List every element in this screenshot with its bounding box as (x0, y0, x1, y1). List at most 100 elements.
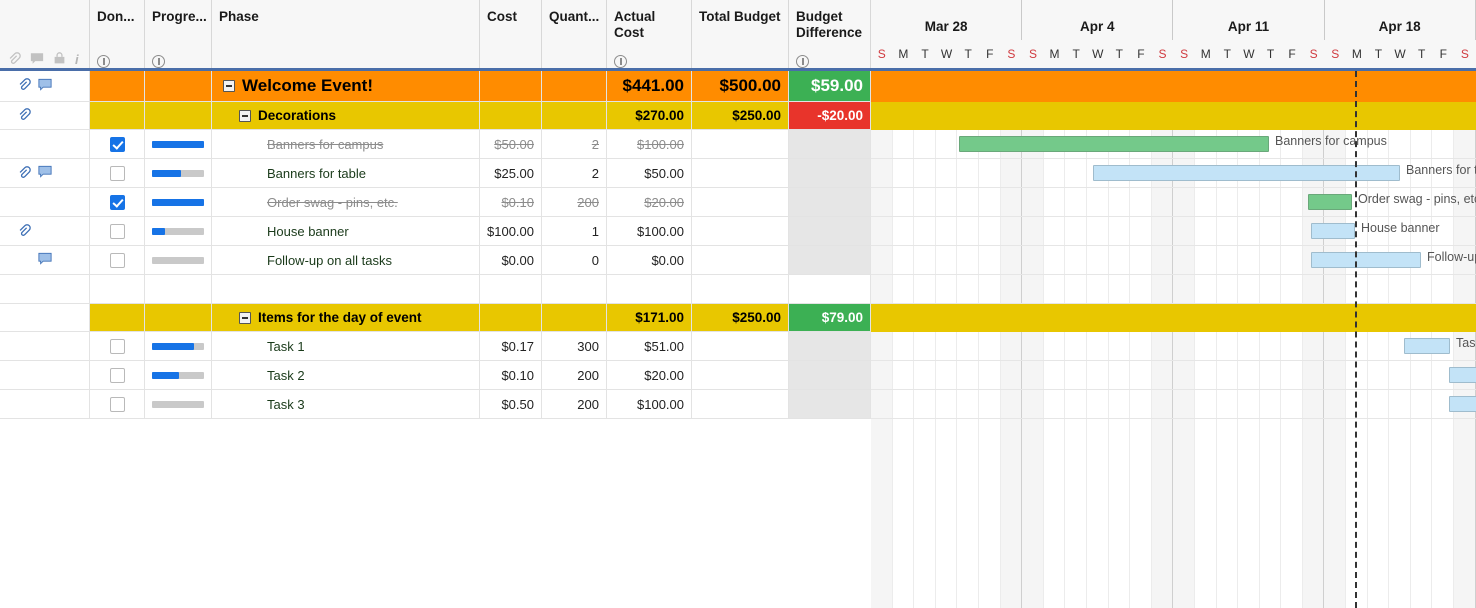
done-cell[interactable] (90, 275, 145, 304)
total-budget-cell[interactable]: $250.00 (692, 304, 789, 332)
gantt-row[interactable] (871, 390, 1476, 419)
cost-cell[interactable]: $100.00 (480, 217, 542, 246)
cost-cell[interactable]: $0.10 (480, 188, 542, 217)
info-icon[interactable] (614, 55, 627, 68)
column-header-actual-cost[interactable]: Actual Cost (607, 0, 692, 71)
comment-icon[interactable] (30, 52, 44, 68)
row-indicator-cell[interactable] (0, 188, 90, 217)
gantt-row[interactable]: Banners for ta (871, 159, 1476, 188)
quantity-cell[interactable]: 0 (542, 246, 607, 275)
cost-cell[interactable]: $0.10 (480, 361, 542, 390)
phase-cell[interactable]: Task 1 (212, 332, 480, 361)
progress-cell[interactable] (145, 102, 212, 130)
total-budget-cell[interactable] (692, 217, 789, 246)
budget-difference-cell[interactable] (789, 246, 871, 275)
budget-difference-cell[interactable] (789, 159, 871, 188)
quantity-cell[interactable]: 200 (542, 390, 607, 419)
actual-cost-cell[interactable] (607, 275, 692, 304)
cost-cell[interactable]: $25.00 (480, 159, 542, 188)
progress-cell[interactable] (145, 304, 212, 332)
table-row[interactable]: Banners for campus$50.002$100.00 (0, 130, 871, 159)
attachment-icon[interactable] (17, 76, 31, 96)
phase-cell[interactable] (212, 275, 480, 304)
table-row[interactable]: Task 1$0.17300$51.00 (0, 332, 871, 361)
gantt-row[interactable]: Banners for campus (871, 130, 1476, 159)
quantity-cell[interactable]: 200 (542, 361, 607, 390)
table-row[interactable]: Task 2$0.10200$20.00 (0, 361, 871, 390)
quantity-cell[interactable]: 200 (542, 188, 607, 217)
budget-difference-cell[interactable] (789, 217, 871, 246)
phase-cell[interactable]: Welcome Event! (212, 71, 480, 102)
quantity-cell[interactable] (542, 304, 607, 332)
progress-cell[interactable] (145, 332, 212, 361)
cost-cell[interactable]: $50.00 (480, 130, 542, 159)
total-budget-cell[interactable]: $250.00 (692, 102, 789, 130)
gantt-row[interactable]: Order swag - pins, etc. (871, 188, 1476, 217)
column-header-done[interactable]: Don... (90, 0, 145, 71)
row-indicator-cell[interactable] (0, 304, 90, 332)
budget-difference-cell[interactable] (789, 390, 871, 419)
cost-cell[interactable] (480, 275, 542, 304)
phase-cell[interactable]: Task 3 (212, 390, 480, 419)
phase-cell[interactable]: Follow-up on all tasks (212, 246, 480, 275)
gantt-row[interactable] (871, 102, 1476, 130)
collapse-toggle-icon[interactable] (239, 110, 251, 122)
gantt-bar[interactable] (1093, 165, 1400, 181)
progress-cell[interactable] (145, 390, 212, 419)
actual-cost-cell[interactable]: $171.00 (607, 304, 692, 332)
row-indicator-cell[interactable] (0, 332, 90, 361)
collapse-toggle-icon[interactable] (223, 80, 235, 92)
row-indicator-cell[interactable] (0, 159, 90, 188)
budget-difference-cell[interactable]: $79.00 (789, 304, 871, 332)
attachment-icon[interactable] (7, 51, 21, 68)
done-cell[interactable] (90, 304, 145, 332)
actual-cost-cell[interactable]: $0.00 (607, 246, 692, 275)
attachment-icon[interactable] (17, 107, 31, 124)
budget-difference-cell[interactable]: -$20.00 (789, 102, 871, 130)
budget-difference-cell[interactable]: $59.00 (789, 71, 871, 102)
table-row[interactable]: Order swag - pins, etc.$0.10200$20.00 (0, 188, 871, 217)
gantt-bar[interactable] (1449, 396, 1476, 412)
gantt-row[interactable] (871, 71, 1476, 102)
total-budget-cell[interactable] (692, 332, 789, 361)
gantt-row[interactable] (871, 361, 1476, 390)
phase-cell[interactable]: Banners for campus (212, 130, 480, 159)
gantt-row[interactable]: House banner (871, 217, 1476, 246)
budget-difference-cell[interactable] (789, 332, 871, 361)
column-header-phase[interactable]: Phase (212, 0, 480, 71)
cost-cell[interactable] (480, 102, 542, 130)
done-checkbox[interactable] (110, 253, 125, 268)
quantity-cell[interactable] (542, 102, 607, 130)
cost-cell[interactable] (480, 304, 542, 332)
total-budget-cell[interactable] (692, 275, 789, 304)
gantt-row[interactable] (871, 304, 1476, 332)
table-row[interactable]: Banners for table$25.002$50.00 (0, 159, 871, 188)
row-indicator-cell[interactable] (0, 102, 90, 130)
actual-cost-cell[interactable]: $100.00 (607, 217, 692, 246)
actual-cost-cell[interactable]: $441.00 (607, 71, 692, 102)
row-indicator-cell[interactable] (0, 390, 90, 419)
total-budget-cell[interactable] (692, 361, 789, 390)
quantity-cell[interactable] (542, 71, 607, 102)
gantt-bar[interactable] (1311, 252, 1421, 268)
progress-cell[interactable] (145, 246, 212, 275)
progress-cell[interactable] (145, 361, 212, 390)
cost-cell[interactable]: $0.00 (480, 246, 542, 275)
table-row[interactable]: Items for the day of event$171.00$250.00… (0, 304, 871, 332)
actual-cost-cell[interactable]: $20.00 (607, 361, 692, 390)
info-icon[interactable] (152, 55, 165, 68)
quantity-cell[interactable]: 2 (542, 159, 607, 188)
gantt-bar[interactable] (1308, 194, 1352, 210)
budget-difference-cell[interactable] (789, 188, 871, 217)
comment-icon[interactable] (38, 76, 52, 96)
done-cell[interactable] (90, 159, 145, 188)
row-indicator-cell[interactable] (0, 246, 90, 275)
actual-cost-cell[interactable]: $50.00 (607, 159, 692, 188)
table-row[interactable]: House banner$100.001$100.00 (0, 217, 871, 246)
column-header-progress[interactable]: Progre... (145, 0, 212, 71)
column-header-budget-difference[interactable]: Budget Difference (789, 0, 871, 71)
info-icon[interactable] (796, 55, 809, 68)
gantt-row[interactable] (871, 275, 1476, 304)
done-cell[interactable] (90, 71, 145, 102)
done-cell[interactable] (90, 390, 145, 419)
